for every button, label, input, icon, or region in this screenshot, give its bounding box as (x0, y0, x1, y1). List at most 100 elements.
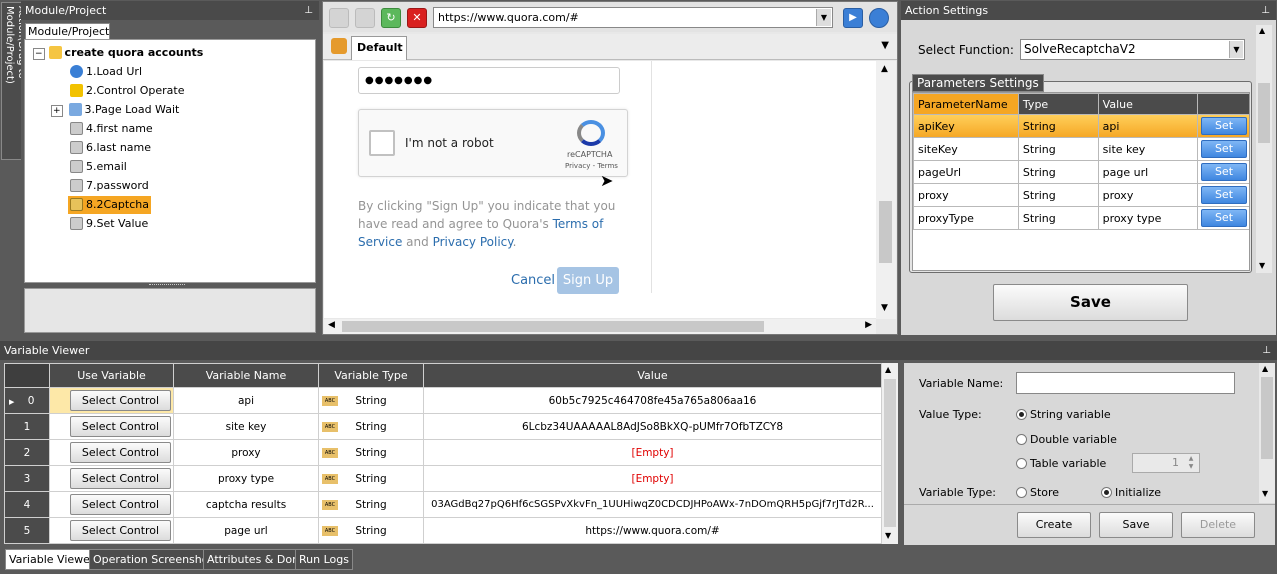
privacy-link[interactable]: Privacy Policy (433, 235, 513, 249)
variable-row[interactable]: 3 Select Control proxy type ABC String [E… (4, 465, 882, 492)
scroll-up-icon[interactable]: ▲ (881, 64, 888, 74)
clear-icon[interactable] (331, 38, 347, 54)
password-field[interactable]: ●●●●●●● (358, 67, 620, 94)
pin-icon[interactable]: ⊥ (1261, 1, 1270, 20)
tree-item[interactable]: 6.last name (70, 139, 151, 157)
variable-row[interactable]: 2 Select Control proxy ABC String [Empty] (4, 439, 882, 466)
scroll-up-icon[interactable]: ▲ (1262, 364, 1268, 373)
recaptcha-box[interactable]: I'm not a robot reCAPTCHA Privacy - Term… (358, 109, 628, 177)
save-settings-button[interactable]: Save (993, 284, 1188, 321)
tree-item[interactable]: 2.Control Operate (70, 82, 185, 100)
save-variable-button[interactable]: Save (1099, 512, 1173, 538)
scroll-thumb[interactable] (884, 379, 896, 527)
tree-item[interactable]: 4.first name (70, 120, 153, 138)
radio-initialize[interactable]: Initialize (1101, 486, 1161, 499)
param-row-selected[interactable]: apiKey String api Set (913, 114, 1249, 138)
scroll-thumb[interactable] (1258, 83, 1270, 143)
cancel-link[interactable]: Cancel (511, 273, 555, 288)
browser-vscroll[interactable]: ▲ ▼ (876, 61, 896, 319)
scroll-thumb[interactable] (1261, 377, 1273, 459)
tree-item[interactable]: 5.email (70, 158, 127, 176)
splitter-handle[interactable] (149, 284, 185, 287)
back-button[interactable] (329, 8, 349, 28)
recaptcha-links[interactable]: Privacy - Terms (565, 162, 618, 170)
scroll-down-icon[interactable]: ▼ (1259, 261, 1265, 270)
radio-selected-icon[interactable] (1016, 409, 1027, 420)
url-field[interactable]: https://www.quora.com/# ▼ (433, 7, 833, 28)
variable-name-input[interactable] (1016, 372, 1235, 394)
pin-icon[interactable]: ⊥ (1262, 341, 1271, 360)
radio-string[interactable]: String variable (1016, 408, 1111, 421)
param-row[interactable]: proxy String proxy Set (913, 183, 1249, 207)
delete-button[interactable]: Delete (1181, 512, 1255, 538)
variable-grid-vscroll[interactable]: ▲ ▼ (882, 363, 898, 544)
select-control-button[interactable]: Select Control (70, 390, 171, 411)
radio-table[interactable]: Table variable (1016, 457, 1106, 470)
hscroll-thumb[interactable] (342, 321, 764, 332)
scroll-right-icon[interactable]: ▶ (865, 320, 872, 330)
scroll-down-icon[interactable]: ▼ (881, 303, 888, 313)
param-row[interactable]: pageUrl String page url Set (913, 160, 1249, 184)
forward-button[interactable] (355, 8, 375, 28)
select-control-button[interactable]: Select Control (70, 468, 171, 489)
function-select[interactable]: SolveRecaptchaV2 ▼ (1020, 39, 1245, 60)
tab-attributes-dom[interactable]: Attributes & Dom (203, 549, 307, 570)
select-all-corner[interactable] (4, 363, 50, 388)
scroll-down-icon[interactable]: ▼ (1262, 489, 1268, 498)
table-size-stepper[interactable]: 1 ▲ ▼ (1132, 453, 1200, 473)
recaptcha-checkbox[interactable] (369, 130, 395, 156)
refresh-button[interactable]: ↻ (381, 8, 401, 28)
module-tab[interactable]: Module/Project (25, 23, 110, 40)
signup-button[interactable]: Sign Up (557, 267, 619, 294)
param-row[interactable]: siteKey String site key Set (913, 137, 1249, 161)
set-button[interactable]: Set (1201, 117, 1247, 135)
scroll-down-icon[interactable]: ▼ (885, 531, 891, 540)
radio-icon[interactable] (1016, 487, 1027, 498)
radio-store[interactable]: Store (1016, 486, 1059, 499)
stop-button[interactable]: ✕ (407, 8, 427, 28)
param-value[interactable]: api (1097, 114, 1199, 138)
scroll-up-icon[interactable]: ▲ (885, 365, 891, 374)
tab-run-logs[interactable]: Run Logs (295, 549, 353, 570)
module-tree[interactable]: − create quora accounts 1.Load Url 2.Cont… (24, 39, 316, 283)
param-value[interactable]: proxy (1097, 183, 1199, 207)
settings-vscroll[interactable]: ▲ ▼ (1256, 25, 1272, 273)
param-row[interactable]: proxyType String proxy type Set (913, 206, 1249, 230)
variable-row[interactable]: 1 Select Control site key ABC String 6Lcb… (4, 413, 882, 440)
tab-default[interactable]: Default (351, 36, 407, 60)
tree-root[interactable]: − create quora accounts (33, 44, 203, 62)
scroll-up-icon[interactable]: ▲ (1259, 26, 1265, 35)
globe-icon[interactable] (869, 8, 889, 28)
tree-item[interactable]: +3.Page Load Wait (51, 101, 179, 119)
tab-variable-viewer[interactable]: Variable Viewer (5, 549, 99, 570)
set-button[interactable]: Set (1201, 186, 1247, 204)
pin-icon[interactable]: ⊥ (304, 1, 313, 20)
param-value[interactable]: proxy type (1097, 206, 1199, 230)
stepper-up-icon[interactable]: ▲ (1184, 455, 1198, 463)
scroll-thumb[interactable] (879, 201, 892, 263)
chevron-down-icon[interactable]: ▼ (1229, 41, 1243, 58)
radio-selected-icon[interactable] (1101, 487, 1112, 498)
terms-link[interactable]: Terms of (553, 217, 604, 231)
variable-row[interactable]: 4 Select Control captcha results ABC Stri… (4, 491, 882, 518)
tree-item-selected[interactable]: 8.2Captcha (68, 196, 151, 214)
set-button[interactable]: Set (1201, 209, 1247, 227)
collapse-icon[interactable]: − (33, 48, 45, 60)
tree-item[interactable]: 7.password (70, 177, 149, 195)
tab-operation-screenshot[interactable]: Operation Screenshot (89, 549, 217, 570)
go-button[interactable]: ▶ (843, 8, 863, 28)
select-control-button[interactable]: Select Control (70, 520, 171, 541)
variable-row[interactable]: 5 Select Control page url ABC String http… (4, 517, 882, 544)
select-control-button[interactable]: Select Control (70, 494, 171, 515)
variable-row[interactable]: ▶ 0 Select Control api ABC String 60b5c79… (4, 387, 882, 414)
tree-item[interactable]: 9.Set Value (70, 215, 148, 233)
select-control-button[interactable]: Select Control (70, 416, 171, 437)
chevron-down-icon[interactable]: ▼ (816, 9, 831, 26)
param-value[interactable]: site key (1097, 137, 1199, 161)
tab-menu-icon[interactable]: ▼ (881, 40, 889, 51)
tree-item[interactable]: 1.Load Url (70, 63, 142, 81)
radio-double[interactable]: Double variable (1016, 433, 1117, 446)
form-vscroll[interactable]: ▲ ▼ (1259, 363, 1275, 503)
scroll-left-icon[interactable]: ◀ (328, 320, 335, 330)
terms-link[interactable]: Service (358, 235, 402, 249)
